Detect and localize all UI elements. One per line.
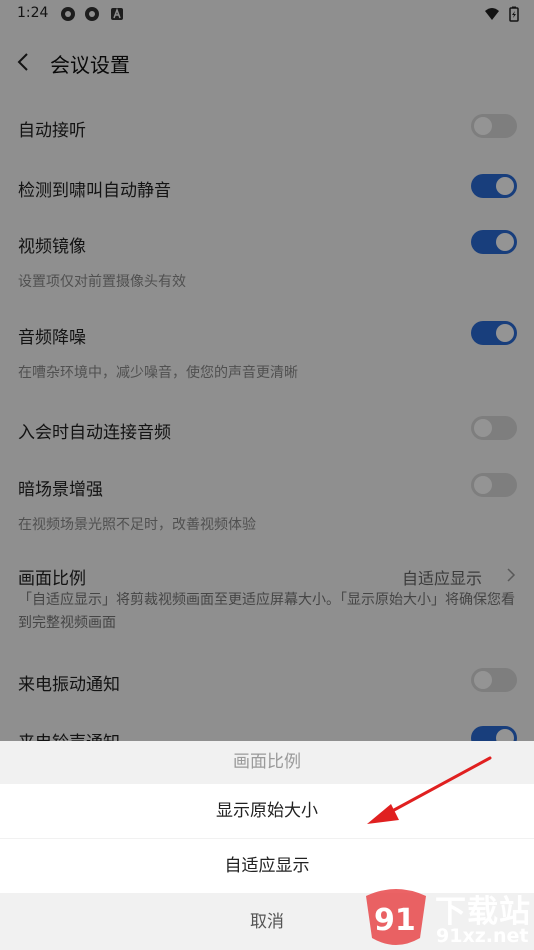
option-adaptive-display[interactable]: 自适应显示 — [0, 839, 534, 893]
red-arrow-annotation — [367, 756, 492, 824]
watermark-domain: 91xz.net — [436, 925, 529, 947]
site-watermark: 91 下载站 91xz.net — [360, 886, 534, 950]
watermark-logo-icon: 91 — [366, 889, 426, 945]
svg-text:91: 91 — [374, 903, 416, 938]
